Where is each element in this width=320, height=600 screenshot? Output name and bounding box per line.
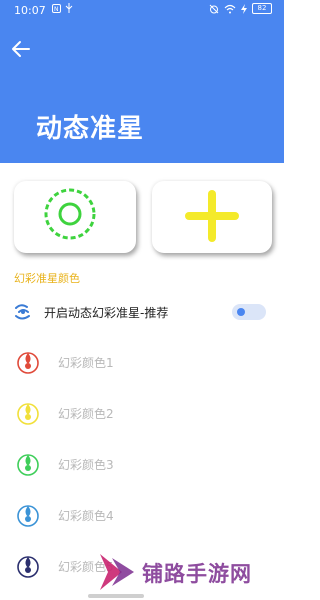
color-label-3: 幻彩颜色3	[58, 458, 114, 472]
alarm-off-icon	[209, 4, 219, 13]
svg-text:N: N	[54, 6, 59, 13]
charging-icon	[241, 3, 247, 14]
color-drop-icon-1	[17, 352, 39, 374]
color-item-1[interactable]: 幻彩颜色1	[0, 341, 284, 381]
color-label-4: 幻彩颜色4	[58, 509, 114, 523]
color-drop-icon-2	[17, 403, 39, 425]
enable-dynamic-label: 开启动态幻彩准星-推荐	[44, 306, 169, 320]
color-label-2: 幻彩颜色2	[58, 407, 114, 421]
color-label-1: 幻彩颜色1	[58, 356, 114, 370]
notification-app-icon: N	[52, 3, 61, 13]
add-crosshair-card[interactable]	[152, 181, 272, 253]
color-item-2[interactable]: 幻彩颜色2	[0, 392, 284, 432]
enable-dynamic-row[interactable]: 开启动态幻彩准星-推荐	[0, 298, 284, 326]
color-drop-icon-3	[17, 454, 39, 476]
color-item-4[interactable]: 幻彩颜色4	[0, 494, 284, 534]
home-indicator	[88, 594, 144, 598]
watermark-logo-icon	[100, 554, 134, 590]
back-arrow-icon[interactable]	[8, 36, 34, 62]
crosshair-circle-icon	[44, 188, 96, 240]
watermark: 铺路手游网	[96, 550, 280, 594]
color-drop-icon-5	[17, 556, 39, 578]
battery-icon: 82	[252, 3, 272, 14]
swirl-icon	[15, 304, 30, 320]
page-title: 动态准星	[36, 114, 145, 144]
enable-dynamic-toggle[interactable]	[232, 304, 266, 320]
toggle-knob	[237, 308, 245, 316]
watermark-text: 铺路手游网	[142, 562, 252, 586]
crosshair-preview-card[interactable]	[14, 181, 136, 253]
header-bar: 10:07 N 82 动态准星	[0, 0, 284, 163]
color-item-3[interactable]: 幻彩颜色3	[0, 443, 284, 483]
wifi-icon	[224, 4, 236, 13]
plus-icon	[185, 190, 239, 242]
color-drop-icon-4	[17, 505, 39, 527]
status-time: 10:07	[14, 4, 46, 17]
section-title: 幻彩准星颜色	[14, 272, 80, 285]
usb-icon	[65, 3, 73, 13]
status-bar: 10:07 N 82	[0, 0, 284, 22]
